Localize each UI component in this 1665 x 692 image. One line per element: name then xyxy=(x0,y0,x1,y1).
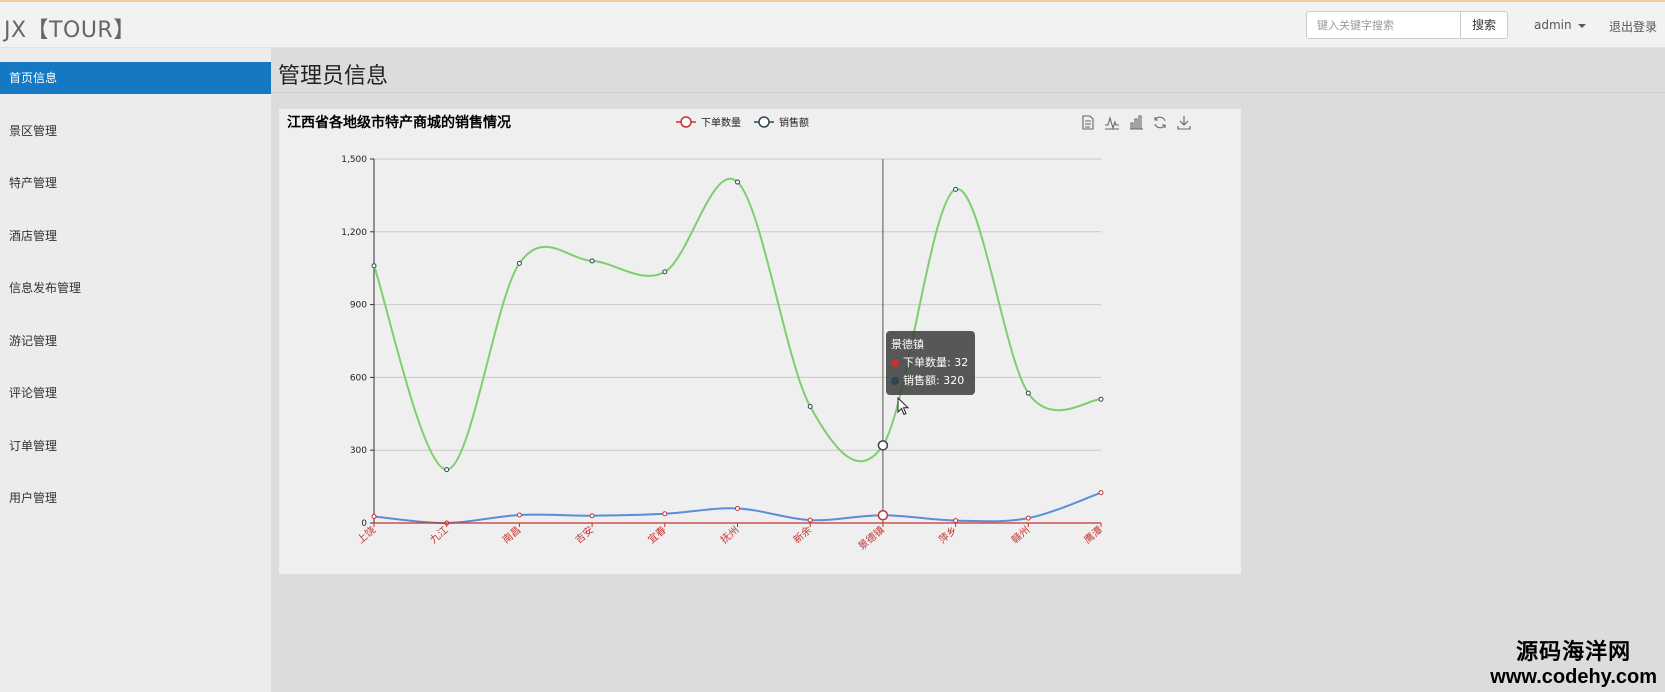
sales-line-chart: 江西省各地级市特产商城的销售情况 下单数量 销售额03006009001,2001,… xyxy=(287,114,1191,553)
icon-path xyxy=(1082,115,1094,130)
chart-tooltip: 景德镇 下单数量: 32 销售额: 320 xyxy=(886,331,975,395)
data-point xyxy=(807,517,813,523)
data-point xyxy=(662,269,668,275)
sidebar-item-scenic[interactable]: 景区管理 xyxy=(0,115,271,147)
x-tick-label: 萍乡 xyxy=(936,524,959,546)
brand-logo[interactable]: JX【TOUR】 xyxy=(4,12,136,44)
search-button[interactable]: 搜索 xyxy=(1460,11,1508,39)
watermark-cn: 源码海洋网 xyxy=(1516,640,1632,665)
logout-link[interactable]: 退出登录 xyxy=(1609,18,1657,35)
search-input[interactable] xyxy=(1306,11,1461,39)
legend-label: 销售额 xyxy=(779,116,809,129)
data-point xyxy=(516,512,522,518)
tooltip-series-name: 下单数量 xyxy=(903,356,947,369)
tooltip-row-orders: 下单数量: 32 xyxy=(891,354,970,372)
admin-label: admin xyxy=(1534,18,1572,32)
mouse-pointer-icon xyxy=(897,397,910,416)
watermark-url: www.codehy.com xyxy=(1490,666,1657,688)
series-line xyxy=(373,177,1102,471)
data-point xyxy=(371,513,377,519)
data-point xyxy=(516,260,522,266)
tooltip-dot xyxy=(891,359,899,367)
data-view-icon xyxy=(1082,115,1094,130)
y-tick-label: 300 xyxy=(350,446,367,456)
top-navbar: JX【TOUR】 搜索 admin 退出登录 xyxy=(0,2,1665,48)
download-icon xyxy=(1177,116,1191,130)
tooltip-series-value: 320 xyxy=(943,374,965,387)
sidebar: 首页信息 景区管理 特产管理 酒店管理 信息发布管理 游记管理 评论管理 订单管… xyxy=(0,48,271,692)
sidebar-item-home[interactable]: 首页信息 xyxy=(0,62,271,94)
x-tick-label: 九江 xyxy=(428,524,451,546)
data-point xyxy=(1098,490,1104,496)
sidebar-item-specialty[interactable]: 特产管理 xyxy=(0,167,271,199)
data-point xyxy=(1098,396,1104,402)
tooltip-title: 景德镇 xyxy=(891,338,924,351)
watermark: 源码海洋网 www.codehy.com xyxy=(1490,634,1657,689)
legend-marker xyxy=(758,116,770,128)
y-tick-label: 900 xyxy=(350,301,367,311)
chart-title: 江西省各地级市特产商城的销售情况 xyxy=(287,114,511,131)
data-point xyxy=(1025,390,1031,396)
title-divider xyxy=(271,92,1665,93)
sidebar-item-publish[interactable]: 信息发布管理 xyxy=(0,272,271,304)
legend-label: 下单数量 xyxy=(701,116,741,129)
page-title: 管理员信息 xyxy=(278,64,389,89)
data-point xyxy=(589,513,595,519)
bar-chart-icon xyxy=(1130,115,1143,130)
data-point xyxy=(877,509,889,521)
refresh-icon xyxy=(1154,116,1166,129)
icon-path xyxy=(1177,116,1191,130)
x-tick-label: 抚州 xyxy=(718,524,741,546)
data-point xyxy=(877,440,889,451)
data-point xyxy=(662,511,668,517)
chart-panel: 江西省各地级市特产商城的销售情况 下单数量 销售额 0 300 600 900 1,200 1,… xyxy=(279,109,1241,574)
caret-down-icon xyxy=(1577,23,1586,28)
tooltip-row-sales: 销售额: 320 xyxy=(891,372,970,390)
sidebar-item-hotel[interactable]: 酒店管理 xyxy=(0,220,271,252)
sidebar-item-order[interactable]: 订单管理 xyxy=(0,430,271,462)
data-point xyxy=(953,518,959,524)
x-tick-label: 景德镇 xyxy=(855,523,886,552)
sidebar-item-travelogue[interactable]: 游记管理 xyxy=(0,325,271,357)
tooltip-dot xyxy=(891,377,899,385)
data-point xyxy=(1025,515,1031,521)
sidebar-item-user[interactable]: 用户管理 xyxy=(0,482,271,514)
admin-dropdown[interactable]: admin xyxy=(1534,18,1586,32)
icon-path xyxy=(1105,116,1119,130)
tooltip-series-name: 销售额 xyxy=(903,374,936,387)
sidebar-item-comment[interactable]: 评论管理 xyxy=(0,377,271,409)
data-point xyxy=(589,258,595,264)
tooltip-series-value: 32 xyxy=(954,356,969,369)
data-point xyxy=(953,186,959,192)
icon-path xyxy=(1130,115,1143,130)
y-tick-label: 600 xyxy=(350,373,367,383)
line-chart-icon xyxy=(1105,116,1119,130)
icon-path xyxy=(1154,116,1166,129)
data-point xyxy=(371,263,377,269)
legend-item: 销售额 xyxy=(754,116,809,129)
legend-marker xyxy=(680,116,692,128)
y-tick-label: 1,500 xyxy=(341,155,367,165)
data-point xyxy=(735,179,740,185)
legend-item: 下单数量 xyxy=(676,116,741,129)
data-point xyxy=(735,505,740,511)
data-point xyxy=(444,467,450,473)
data-point xyxy=(807,404,813,410)
y-tick-label: 1,200 xyxy=(341,228,367,238)
